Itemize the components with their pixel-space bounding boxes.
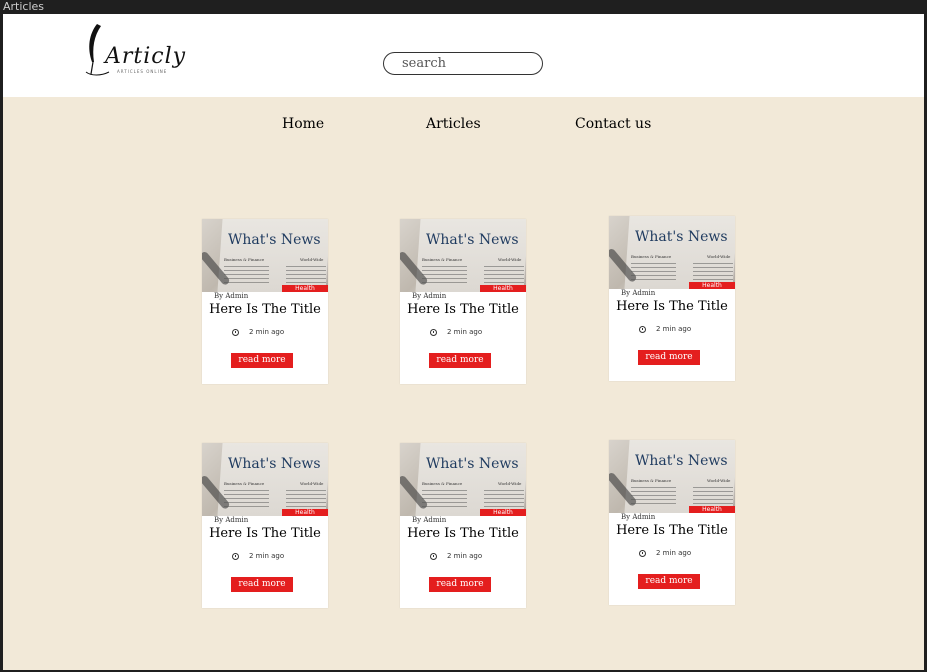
article-author: By Admin	[412, 516, 447, 524]
article-card: What's News Business & Finance World-Wid…	[609, 440, 735, 605]
article-author: By Admin	[412, 292, 447, 300]
image-headline: What's News	[426, 232, 519, 248]
image-section-left: Business & Finance	[224, 257, 265, 262]
article-time-label: 2 min ago	[447, 328, 483, 336]
article-image: What's News Business & Finance World-Wid…	[202, 443, 328, 516]
image-section-left: Business & Finance	[422, 257, 463, 262]
clock-icon	[430, 552, 437, 560]
image-section-right: World-Wide	[498, 257, 522, 262]
clock-icon	[232, 552, 239, 560]
article-time: 2 min ago	[232, 328, 284, 336]
image-headline: What's News	[635, 453, 728, 469]
image-section-right: World-Wide	[707, 254, 731, 259]
article-author: By Admin	[621, 289, 656, 297]
site-logo[interactable]: Articly ARTICLES ONLINE	[83, 22, 193, 78]
article-time-label: 2 min ago	[656, 549, 692, 557]
article-card: What's News Business & Finance World-Wid…	[609, 216, 735, 381]
article-card: What's News Business & Finance World-Wid…	[202, 443, 328, 608]
clock-icon	[430, 328, 437, 336]
image-headline: What's News	[228, 232, 321, 248]
article-time-label: 2 min ago	[249, 552, 285, 560]
article-image: What's News Business & Finance World-Wid…	[400, 219, 526, 292]
read-more-button[interactable]: read more	[429, 353, 491, 368]
image-section-right: World-Wide	[707, 478, 731, 483]
image-section-right: World-Wide	[300, 257, 324, 262]
article-time: 2 min ago	[430, 552, 482, 560]
article-title[interactable]: Here Is The Title	[400, 302, 526, 317]
article-time-label: 2 min ago	[447, 552, 483, 560]
article-author: By Admin	[214, 292, 249, 300]
article-title[interactable]: Here Is The Title	[609, 523, 735, 538]
clock-icon	[639, 325, 646, 333]
article-image: What's News Business & Finance World-Wid…	[202, 219, 328, 292]
category-badge[interactable]: Health	[480, 285, 526, 292]
article-author: By Admin	[214, 516, 249, 524]
category-badge[interactable]: Health	[480, 509, 526, 516]
logo-wordmark: Articly	[105, 44, 187, 69]
image-section-left: Business & Finance	[422, 481, 463, 486]
image-headline: What's News	[426, 456, 519, 472]
article-image: What's News Business & Finance World-Wid…	[400, 443, 526, 516]
read-more-button[interactable]: read more	[231, 577, 293, 592]
article-time-label: 2 min ago	[249, 328, 285, 336]
article-time: 2 min ago	[232, 552, 284, 560]
read-more-button[interactable]: read more	[231, 353, 293, 368]
read-more-button[interactable]: read more	[638, 350, 700, 365]
category-badge[interactable]: Health	[282, 285, 328, 292]
article-time: 2 min ago	[430, 328, 482, 336]
article-time-label: 2 min ago	[656, 325, 692, 333]
image-section-left: Business & Finance	[631, 254, 672, 259]
clock-icon	[232, 328, 239, 336]
clock-icon	[639, 549, 646, 557]
article-title[interactable]: Here Is The Title	[202, 526, 328, 541]
image-headline: What's News	[635, 229, 728, 245]
browser-page: Articly ARTICLES ONLINE Home Articles Co…	[3, 14, 924, 670]
nav-contact-us[interactable]: Contact us	[575, 116, 651, 132]
search-input[interactable]	[383, 52, 543, 75]
article-image: What's News Business & Finance World-Wid…	[609, 216, 735, 289]
article-title[interactable]: Here Is The Title	[400, 526, 526, 541]
nav-articles[interactable]: Articles	[426, 116, 481, 132]
article-title[interactable]: Here Is The Title	[609, 299, 735, 314]
window-title: Articles	[0, 0, 927, 14]
image-section-left: Business & Finance	[224, 481, 265, 486]
site-header: Articly ARTICLES ONLINE	[3, 14, 924, 97]
article-image: What's News Business & Finance World-Wid…	[609, 440, 735, 513]
read-more-button[interactable]: read more	[638, 574, 700, 589]
article-card: What's News Business & Finance World-Wid…	[202, 219, 328, 384]
category-badge[interactable]: Health	[282, 509, 328, 516]
image-headline: What's News	[228, 456, 321, 472]
read-more-button[interactable]: read more	[429, 577, 491, 592]
article-title[interactable]: Here Is The Title	[202, 302, 328, 317]
image-section-right: World-Wide	[300, 481, 324, 486]
article-time: 2 min ago	[639, 325, 691, 333]
nav-home[interactable]: Home	[282, 116, 324, 132]
image-section-right: World-Wide	[498, 481, 522, 486]
category-badge[interactable]: Health	[689, 506, 735, 513]
article-card: What's News Business & Finance World-Wid…	[400, 443, 526, 608]
category-badge[interactable]: Health	[689, 282, 735, 289]
article-card: What's News Business & Finance World-Wid…	[400, 219, 526, 384]
image-section-left: Business & Finance	[631, 478, 672, 483]
article-time: 2 min ago	[639, 549, 691, 557]
logo-tagline: ARTICLES ONLINE	[117, 69, 168, 74]
article-author: By Admin	[621, 513, 656, 521]
